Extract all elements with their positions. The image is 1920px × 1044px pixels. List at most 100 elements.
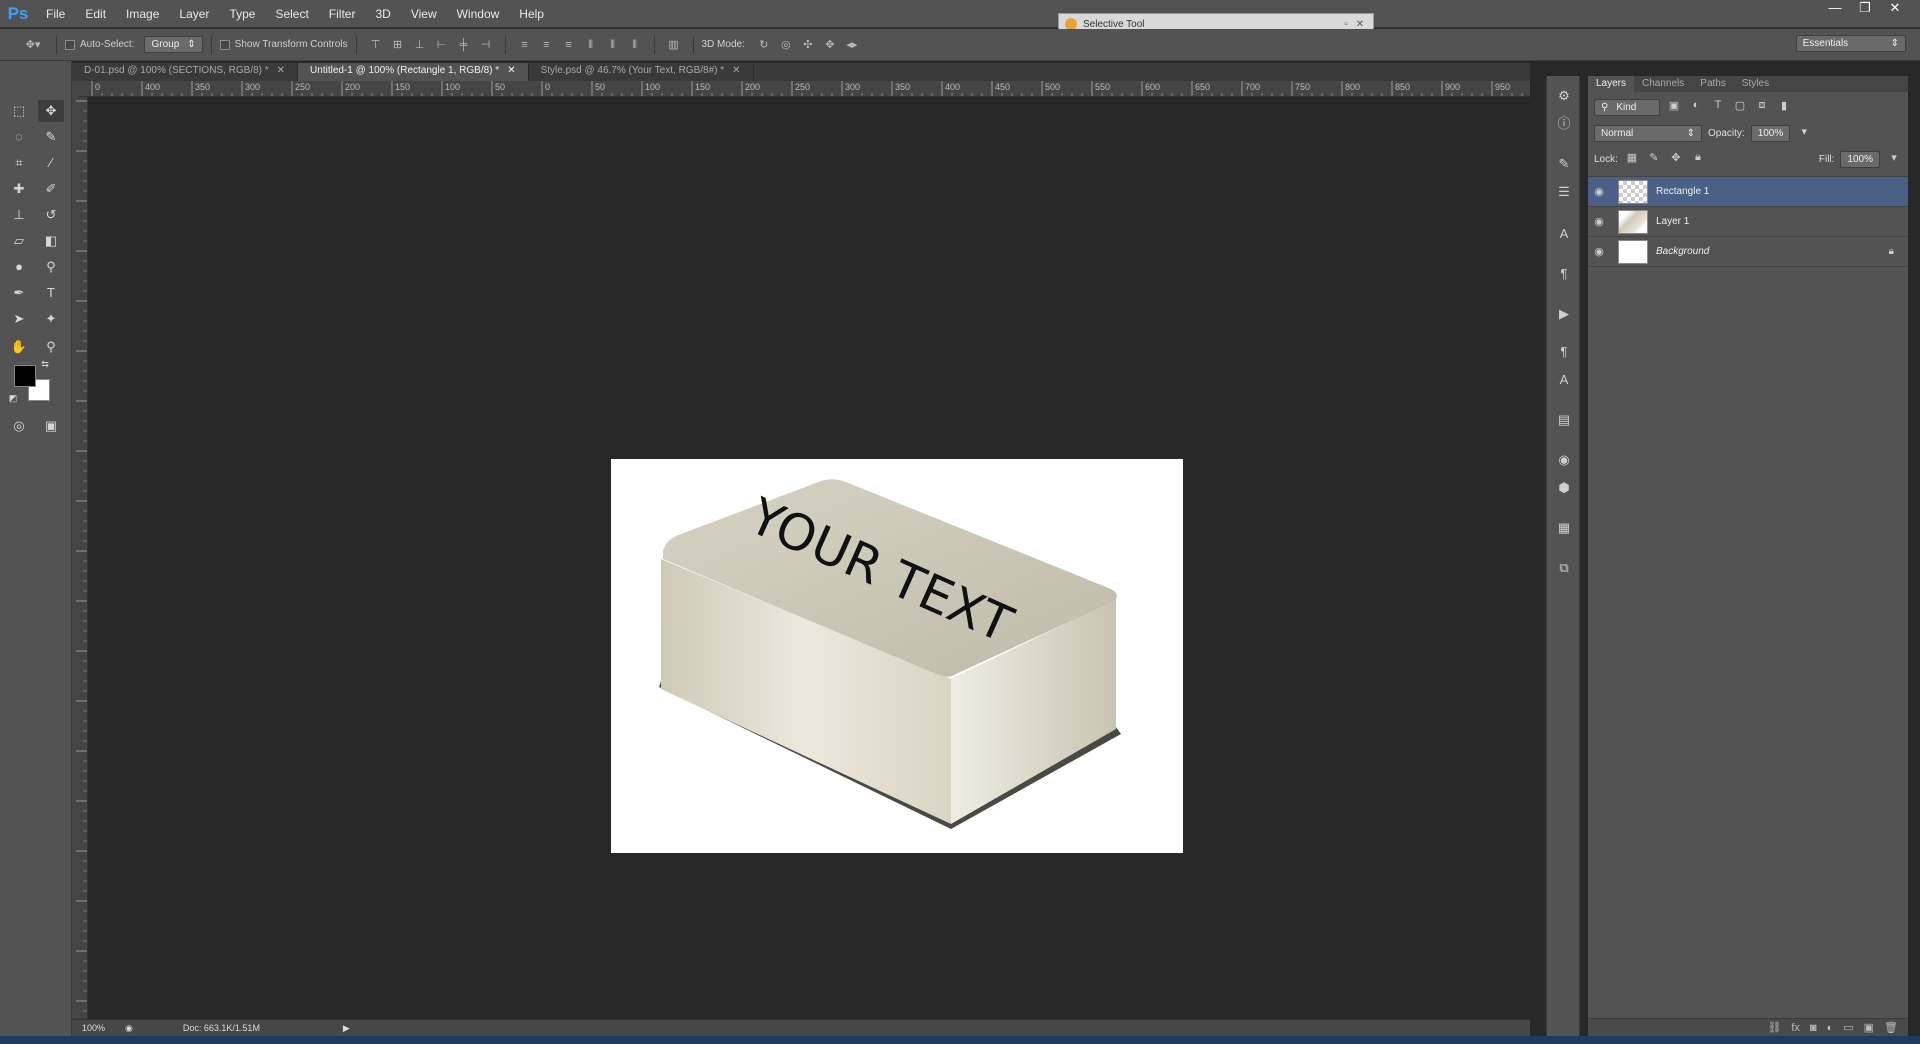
zoom-level[interactable]: 100% [72,1023,115,1033]
distribute-left-icon[interactable]: ⫴ [580,36,602,54]
distribute-hcenter-icon[interactable]: ⫴ [602,36,624,54]
tab-d01[interactable]: D-01.psd @ 100% (SECTIONS, RGB/8) * ✕ [72,63,299,81]
layer-name[interactable]: Background [1656,246,1889,257]
move-tool-icon[interactable]: ✥ [38,100,64,122]
paragraph-styles-icon[interactable]: ¶ [1553,342,1575,362]
shape-filter-icon[interactable]: ▢ [1732,99,1748,115]
layer-style-icon[interactable]: fx [1791,1022,1800,1034]
hand-tool-icon[interactable]: ✋ [6,336,32,358]
history-panel-icon[interactable]: ⚙ [1553,86,1575,106]
lock-position-icon[interactable]: ✥ [1668,151,1684,167]
tab-paths[interactable]: Paths [1692,76,1734,92]
pixel-filter-icon[interactable]: ▣ [1666,99,1682,115]
visibility-eye-icon[interactable]: ◉ [1588,215,1610,228]
zoom-tool-icon[interactable]: ⚲ [38,336,64,358]
align-vcenter-icon[interactable]: ⊞ [387,36,409,54]
layer-row-rectangle-1[interactable]: ◉ Rectangle 1 [1588,177,1908,207]
pen-tool-icon[interactable]: ✒ [6,282,32,304]
3d-panel-icon[interactable]: ⬢ [1553,478,1575,498]
character-styles-icon[interactable]: A [1553,370,1575,390]
menu-help[interactable]: Help [509,7,554,21]
lock-transparent-icon[interactable]: ▦ [1624,151,1640,167]
align-bottom-icon[interactable]: ⊥ [409,36,431,54]
link-layers-icon[interactable]: ⛓ [1767,1021,1781,1034]
healing-brush-tool-icon[interactable]: ✚ [6,178,32,200]
status-info-icon[interactable]: ◉ [115,1023,143,1034]
tab-style[interactable]: Style.psd @ 46.7% (Your Text, RGB/8#) * ✕ [529,63,754,81]
canvas-workspace[interactable]: YOUR TEXT [88,97,1530,1019]
align-left-icon[interactable]: ⊢ [431,36,453,54]
auto-align-icon[interactable]: ▥ [663,36,685,54]
auto-select-dropdown[interactable]: Group ⇕ [144,36,203,53]
menu-3d[interactable]: 3D [365,7,400,21]
dodge-tool-icon[interactable]: ⚲ [38,256,64,278]
close-tab-icon[interactable]: ✕ [277,65,285,76]
vertical-ruler[interactable] [72,97,88,1019]
3d-slide-icon[interactable]: ✥ [819,36,841,54]
close-window-button[interactable]: ✕ [1880,0,1910,18]
3d-roll-icon[interactable]: ◎ [775,36,797,54]
brush-tool-icon[interactable]: ✐ [38,178,64,200]
timeline-panel-icon[interactable]: ▦ [1553,518,1575,538]
adjustments-icon[interactable]: ☰ [1553,182,1575,202]
restore-button[interactable]: ❐ [1850,0,1880,18]
panel-expand-icon[interactable]: ▫ [1339,19,1353,30]
swap-colors-icon[interactable]: ⇆ [38,357,52,371]
visibility-eye-icon[interactable]: ◉ [1588,245,1610,258]
eraser-tool-icon[interactable]: ▱ [6,230,32,252]
visibility-eye-icon[interactable]: ◉ [1588,185,1610,198]
opacity-input[interactable]: 100% [1750,124,1791,142]
distribute-right-icon[interactable]: ⫴ [624,36,646,54]
marquee-tool-icon[interactable]: ⬚ [6,100,32,122]
close-tab-icon[interactable]: ✕ [732,65,740,76]
actions-panel-icon[interactable]: ▶ [1553,304,1575,324]
menu-file[interactable]: File [36,7,75,21]
tab-styles[interactable]: Styles [1734,76,1777,92]
align-hcenter-icon[interactable]: ╪ [453,36,475,54]
new-layer-icon[interactable]: ▣ [1864,1021,1874,1034]
type-filter-icon[interactable]: T [1710,99,1726,115]
menu-type[interactable]: Type [219,7,265,21]
properties-panel-icon[interactable]: ▤ [1553,410,1575,430]
horizontal-ruler[interactable]: 0 400 350 300 250 200 150 100 50 0 50 100 150 200 250 3… [78,81,1530,97]
default-colors-icon[interactable]: ◩ [6,391,20,405]
distribute-bottom-icon[interactable]: ≡ [558,36,580,54]
move-tool-preset-icon[interactable]: ✥▾ [18,36,48,54]
history-brush-tool-icon[interactable]: ↺ [38,204,64,226]
lasso-tool-icon[interactable]: ◌ [6,126,32,148]
chevron-down-icon[interactable]: ▾ [1886,151,1902,167]
align-right-icon[interactable]: ⊣ [475,36,497,54]
panel-close-icon[interactable]: ✕ [1353,19,1367,30]
3d-rotate-icon[interactable]: ↻ [753,36,775,54]
blur-tool-icon[interactable]: ● [6,256,32,278]
smart-object-filter-icon[interactable]: ⧈ [1754,99,1770,115]
layer-filter-dropdown[interactable]: ⚲ Kind [1594,98,1660,116]
blend-mode-dropdown[interactable]: Normal ⇕ [1594,124,1702,142]
filter-toggle-icon[interactable]: ▮ [1776,99,1792,115]
lock-pixels-icon[interactable]: ✎ [1646,151,1662,167]
tab-untitled-1[interactable]: Untitled-1 @ 100% (Rectangle 1, RGB/8) *… [298,63,529,81]
new-group-icon[interactable]: ▭ [1843,1021,1853,1034]
adjustment-filter-icon[interactable]: ◐ [1688,99,1704,115]
distribute-top-icon[interactable]: ≡ [514,36,536,54]
type-tool-icon[interactable]: T [38,282,64,304]
menu-filter[interactable]: Filter [319,7,366,21]
shape-tool-icon[interactable]: ✦ [38,308,64,330]
foreground-color-swatch[interactable] [14,365,36,387]
chevron-down-icon[interactable]: ▾ [1796,125,1812,141]
clone-source-icon[interactable]: ⧉ [1553,558,1575,578]
workspace-dropdown[interactable]: Essentials ⇕ [1795,35,1906,52]
fill-input[interactable]: 100% [1840,150,1880,168]
tab-channels[interactable]: Channels [1634,76,1692,92]
paragraph-panel-icon[interactable]: ¶ [1553,264,1575,284]
layer-row-background[interactable]: ◉ Background 🔒︎ [1588,237,1908,267]
path-select-tool-icon[interactable]: ➤ [6,308,32,330]
delete-layer-icon[interactable]: 🗑︎ [1884,1021,1898,1034]
auto-select-checkbox[interactable] [65,39,75,50]
minimize-button[interactable]: — [1820,0,1850,18]
menu-view[interactable]: View [401,7,447,21]
info-panel-icon[interactable]: ⓘ [1553,114,1575,134]
adjustment-layer-icon[interactable]: ◐ [1827,1022,1834,1034]
3d-drag-icon[interactable]: ✣ [797,36,819,54]
align-top-icon[interactable]: ⊤ [365,36,387,54]
